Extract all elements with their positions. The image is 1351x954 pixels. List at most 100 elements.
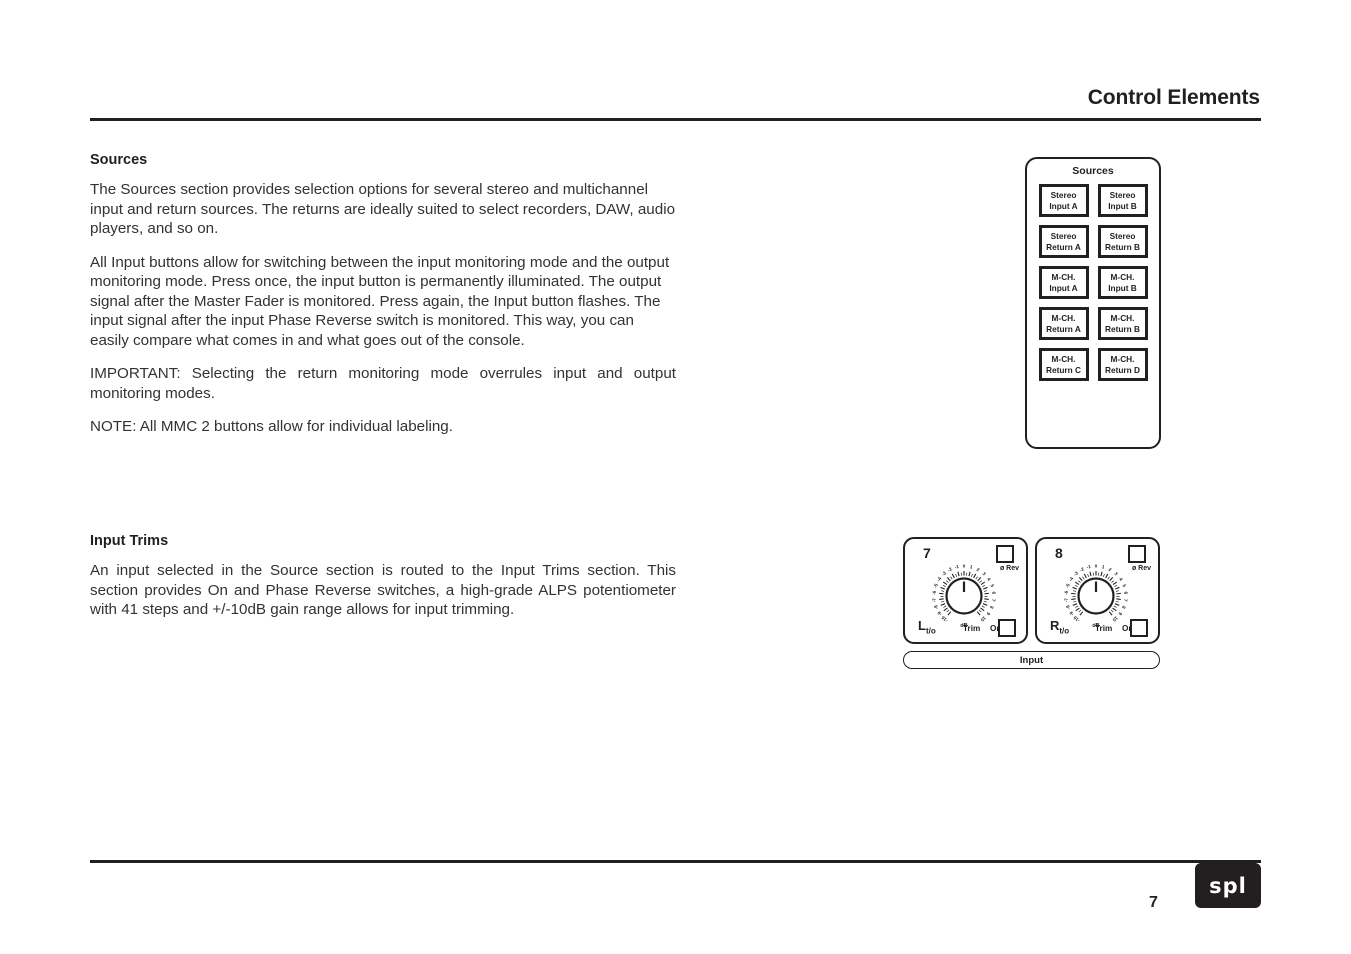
channel-letter: L: [918, 618, 926, 634]
trim-panel-left: 7 ø Rev -10 -9 -8 -7 -6 -5 -4 -3 -2 -1 0 1 2 3 4 5 6 7 8 9 1…: [903, 537, 1028, 644]
source-button-line2: Return A: [1046, 323, 1081, 334]
spl-logo-text: spl: [1209, 873, 1247, 898]
svg-text:-8: -8: [1065, 604, 1071, 610]
trim-label-right: Trim: [1095, 624, 1113, 633]
svg-text:-6: -6: [1063, 590, 1068, 595]
trim-knob-left[interactable]: -10 -9 -8 -7 -6 -5 -4 -3 -2 -1 0 1 2 3 4 5 6 7 8 9 10 dB: [927, 557, 1001, 631]
channel-sub: t/o: [1059, 627, 1070, 636]
source-button-mch-input-a[interactable]: M-CH. Input A: [1038, 266, 1089, 299]
source-button-line2: Input A: [1049, 200, 1078, 211]
source-button-line1: M-CH.: [1110, 313, 1135, 323]
source-button-line2: Input B: [1108, 282, 1137, 293]
source-button-line2: Return B: [1104, 241, 1141, 252]
svg-text:5: 5: [989, 584, 995, 589]
svg-text:7: 7: [1123, 599, 1128, 603]
source-button-mch-return-d[interactable]: M-CH. Return D: [1097, 348, 1148, 381]
source-button-line1: Stereo: [1109, 231, 1136, 241]
header-divider: [90, 118, 1261, 121]
svg-text:2: 2: [1108, 567, 1113, 573]
page-number: 7: [1149, 894, 1158, 911]
svg-text:6: 6: [1123, 591, 1128, 595]
on-button-right[interactable]: [1130, 619, 1148, 637]
source-button-line1: M-CH.: [1110, 272, 1135, 282]
svg-text:-8: -8: [933, 604, 939, 610]
svg-text:10: 10: [1111, 615, 1118, 622]
svg-text:-9: -9: [936, 610, 943, 617]
source-button-line1: Stereo: [1109, 190, 1136, 200]
source-button-line1: M-CH.: [1051, 354, 1076, 364]
svg-text:5: 5: [1121, 584, 1127, 589]
source-button-line1: Stereo: [1050, 190, 1077, 200]
footer-divider: [90, 860, 1261, 863]
spl-logo: spl: [1195, 863, 1261, 908]
source-button-mch-input-b[interactable]: M-CH. Input B: [1097, 266, 1148, 299]
sources-paragraph-2: All Input buttons allow for switching be…: [90, 253, 670, 349]
input-section-label: Input: [903, 651, 1160, 669]
sources-paragraph-1: The Sources section provides selection o…: [90, 181, 676, 237]
on-button-left[interactable]: [998, 619, 1016, 637]
svg-text:-3: -3: [1073, 570, 1080, 577]
svg-text:4: 4: [986, 577, 992, 582]
source-button-stereo-return-b[interactable]: Stereo Return B: [1097, 225, 1148, 258]
sources-text-column: Sources The Sources section provides sel…: [90, 152, 676, 437]
trim-knob-right[interactable]: -10 -9 -8 -7 -6 -5 -4 -3 -2 -1 0 1 2 3 4 5 6 7 8 9 10 dB: [1059, 557, 1133, 631]
source-button-line2: Return D: [1104, 364, 1141, 375]
svg-text:0: 0: [1095, 564, 1098, 569]
svg-text:-4: -4: [1068, 576, 1075, 583]
source-button-line1: M-CH.: [1051, 272, 1076, 282]
input-trims-paragraph-1: An input selected in the Source section …: [90, 562, 676, 618]
source-button-stereo-input-b[interactable]: Stereo Input B: [1097, 184, 1148, 217]
svg-text:-1: -1: [1086, 564, 1092, 570]
channel-sub: t/o: [925, 627, 936, 636]
page-title: Control Elements: [1087, 86, 1260, 109]
phase-reverse-label: ø Rev: [999, 565, 1019, 572]
trim-panel-right: 8 ø Rev -10 -9 -8 -7 -6 -5 -4 -3 -2 -1 0 1 2 3 4 5 6 7 8 9 1…: [1035, 537, 1160, 644]
sources-button-grid: Stereo Input A Stereo Input B Stereo Ret…: [1027, 184, 1159, 381]
source-button-line2: Input B: [1108, 200, 1137, 211]
svg-text:1: 1: [1101, 564, 1105, 570]
source-button-stereo-input-a[interactable]: Stereo Input A: [1038, 184, 1089, 217]
section-heading-input-trims: Input Trims: [90, 533, 169, 549]
trim-knob-icon: -10-9-8-7-6-5-4-3-2 -1 0 1 2345678910dB: [1063, 564, 1128, 630]
phase-reverse-label: ø Rev: [1131, 565, 1151, 572]
svg-text:9: 9: [1117, 611, 1123, 616]
svg-text:-2: -2: [1079, 566, 1085, 573]
svg-text:7: 7: [991, 599, 996, 603]
source-button-stereo-return-a[interactable]: Stereo Return A: [1038, 225, 1089, 258]
source-button-line2: Return B: [1104, 323, 1141, 334]
source-button-mch-return-a[interactable]: M-CH. Return A: [1038, 307, 1089, 340]
svg-text:4: 4: [1118, 577, 1124, 582]
input-trims-channel-row: 7 ø Rev -10 -9 -8 -7 -6 -5 -4 -3 -2 -1 0 1 2 3 4 5 6 7 8 9 1…: [903, 537, 1160, 644]
channel-label-right: Rt/o: [1050, 618, 1069, 636]
svg-text:-7: -7: [1063, 597, 1069, 602]
source-button-line1: Stereo: [1050, 231, 1077, 241]
svg-text:-6: -6: [931, 590, 936, 595]
svg-text:0: 0: [963, 564, 966, 569]
trim-label-left: Trim: [963, 624, 981, 633]
svg-text:3: 3: [1113, 571, 1119, 577]
input-trims-diagram: 7 ø Rev -10 -9 -8 -7 -6 -5 -4 -3 -2 -1 0 1 2 3 4 5 6 7 8 9 1…: [903, 537, 1160, 669]
sources-panel-title: Sources: [1072, 165, 1114, 177]
source-button-mch-return-c[interactable]: M-CH. Return C: [1038, 348, 1089, 381]
trim-knob-icon: -10-9-8-7-6-5-4-3-2 -1 0 1 2345678910dB: [931, 564, 996, 630]
source-button-mch-return-b[interactable]: M-CH. Return B: [1097, 307, 1148, 340]
source-button-line2: Return C: [1045, 364, 1082, 375]
svg-text:-7: -7: [931, 597, 937, 602]
channel-label-left: Lt/o: [918, 618, 936, 636]
svg-text:6: 6: [991, 591, 996, 595]
source-button-line1: M-CH.: [1110, 354, 1135, 364]
svg-text:-5: -5: [1065, 583, 1071, 589]
source-button-line2: Input A: [1049, 282, 1078, 293]
svg-text:1: 1: [969, 564, 973, 570]
channel-letter: R: [1050, 618, 1060, 634]
svg-text:3: 3: [981, 571, 987, 577]
section-heading-sources: Sources: [90, 152, 148, 168]
svg-text:-2: -2: [947, 566, 953, 573]
input-trims-text-column: Input Trims An input selected in the Sou…: [90, 533, 676, 620]
sources-panel-diagram: Sources Stereo Input A Stereo Input B St…: [1025, 157, 1161, 449]
sources-paragraph-important: IMPORTANT: Selecting the return monitori…: [90, 365, 676, 402]
svg-text:-1: -1: [954, 564, 960, 570]
sources-paragraph-note: NOTE: All MMC 2 buttons allow for indivi…: [90, 418, 453, 435]
svg-text:9: 9: [985, 611, 991, 616]
svg-text:-3: -3: [941, 570, 948, 577]
